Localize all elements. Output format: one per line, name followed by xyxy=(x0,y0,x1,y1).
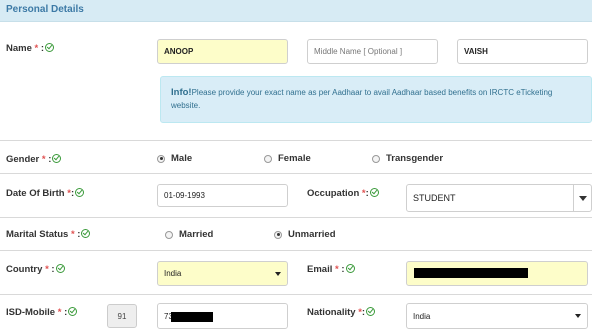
nationality-value: India xyxy=(413,311,431,321)
label-colon: : xyxy=(48,154,52,165)
occupation-label-text: Occupation xyxy=(307,188,360,199)
caret-down-icon[interactable] xyxy=(575,314,581,318)
row-divider xyxy=(0,173,592,174)
country-label: Country * : xyxy=(6,263,65,275)
check-circle-icon xyxy=(75,188,85,197)
marital-radio-married[interactable]: Married xyxy=(165,229,213,240)
gender-radio-female[interactable]: Female xyxy=(264,153,311,164)
caret-down-icon[interactable] xyxy=(275,271,281,276)
dob-label: Date Of Birth *: xyxy=(6,187,85,199)
aadhaar-info-alert: Info!Please provide your exact name as p… xyxy=(160,76,592,123)
check-circle-icon xyxy=(45,43,55,52)
required-mark: * xyxy=(41,154,46,165)
section-header: Personal Details xyxy=(0,0,592,22)
check-circle-icon xyxy=(52,154,62,163)
check-circle-icon xyxy=(369,188,379,197)
country-label-text: Country xyxy=(6,264,43,275)
gender-radio-transgender[interactable]: Transgender xyxy=(372,153,443,164)
radio-selected-icon[interactable] xyxy=(157,154,165,163)
email-label-text: Email xyxy=(307,264,333,275)
label-colon: : xyxy=(64,307,68,318)
occupation-select[interactable]: STUDENT xyxy=(406,184,592,212)
label-colon: : xyxy=(40,43,45,54)
gender-label: Gender * : xyxy=(6,153,62,165)
radio-label: Unmarried xyxy=(288,229,336,240)
check-circle-icon xyxy=(366,307,376,316)
required-mark: * xyxy=(335,264,339,275)
redaction-bar xyxy=(414,268,528,278)
nationality-label: Nationality *: xyxy=(307,306,376,318)
dob-label-text: Date Of Birth xyxy=(6,188,65,199)
marital-label-text: Marital Status xyxy=(6,229,69,240)
label-colon: : xyxy=(365,188,369,199)
occupation-value: STUDENT xyxy=(413,193,456,203)
country-value: India xyxy=(164,269,182,278)
name-label-text: Name xyxy=(6,43,32,54)
row-divider xyxy=(0,294,592,295)
redaction-bar xyxy=(171,312,213,322)
gender-label-text: Gender xyxy=(6,154,40,165)
label-colon: : xyxy=(361,307,366,318)
radio-icon[interactable] xyxy=(372,154,380,163)
last-name-input[interactable]: VAISH xyxy=(457,39,588,64)
row-divider xyxy=(0,140,592,141)
occupation-label: Occupation *: xyxy=(307,187,379,199)
radio-label: Male xyxy=(171,153,193,164)
row-divider xyxy=(0,250,592,251)
label-colon: : xyxy=(70,188,75,199)
email-label: Email * : xyxy=(307,263,355,275)
nationality-label-text: Nationality xyxy=(307,307,356,318)
marital-status-label: Marital Status * : xyxy=(6,228,91,240)
country-select[interactable]: India xyxy=(157,261,288,286)
first-name-input[interactable]: ANOOP xyxy=(157,39,288,64)
info-title: Info! xyxy=(171,87,192,98)
required-mark: * xyxy=(57,307,62,318)
row-divider xyxy=(0,217,592,218)
section-title: Personal Details xyxy=(6,4,84,15)
marital-radio-unmarried[interactable]: Unmarried xyxy=(274,229,336,240)
check-circle-icon xyxy=(68,307,78,316)
radio-selected-icon[interactable] xyxy=(274,230,282,239)
isd-code-field: 91 xyxy=(107,304,137,328)
required-mark: * xyxy=(70,229,75,240)
caret-down-icon[interactable] xyxy=(573,185,591,211)
nationality-select[interactable]: India xyxy=(406,303,588,329)
radio-label: Female xyxy=(278,153,311,164)
check-circle-icon xyxy=(81,229,91,238)
required-mark: * xyxy=(34,43,39,54)
required-mark: * xyxy=(45,264,49,275)
gender-radio-male[interactable]: Male xyxy=(157,153,192,164)
dob-input[interactable]: 01-09-1993 xyxy=(157,184,288,207)
check-circle-icon xyxy=(345,264,355,273)
radio-label: Transgender xyxy=(386,153,444,164)
label-colon: : xyxy=(341,264,345,275)
label-colon: : xyxy=(51,264,55,275)
middle-name-input[interactable]: Middle Name [ Optional ] xyxy=(307,39,438,64)
radio-icon[interactable] xyxy=(264,154,272,163)
check-circle-icon xyxy=(55,264,65,273)
info-text: Please provide your exact name as per Aa… xyxy=(171,88,553,110)
mobile-label: ISD-Mobile * : xyxy=(6,306,78,318)
label-colon: : xyxy=(77,229,81,240)
name-label: Name * : xyxy=(6,42,55,54)
radio-label: Married xyxy=(179,229,214,240)
radio-icon[interactable] xyxy=(165,230,173,239)
mobile-label-text: ISD-Mobile xyxy=(6,307,56,318)
